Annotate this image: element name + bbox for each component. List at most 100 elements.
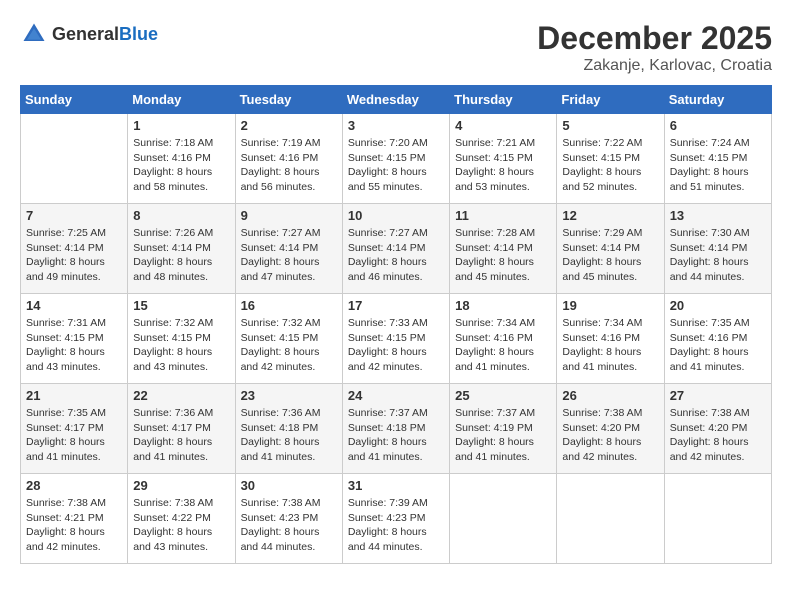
cell-info: Sunrise: 7:38 AMSunset: 4:23 PMDaylight:…	[241, 496, 337, 555]
cell-info: Sunrise: 7:38 AMSunset: 4:20 PMDaylight:…	[562, 406, 658, 465]
calendar-cell: 7Sunrise: 7:25 AMSunset: 4:14 PMDaylight…	[21, 204, 128, 294]
day-number: 23	[241, 388, 337, 403]
calendar-header-row: SundayMondayTuesdayWednesdayThursdayFrid…	[21, 86, 772, 114]
day-number: 9	[241, 208, 337, 223]
cell-info: Sunrise: 7:22 AMSunset: 4:15 PMDaylight:…	[562, 136, 658, 195]
day-number: 14	[26, 298, 122, 313]
calendar-header-thursday: Thursday	[450, 86, 557, 114]
calendar-cell: 17 Sunrise: 7:33 AMSunset: 4:15 PMDayligh…	[342, 294, 449, 384]
day-number: 16	[241, 298, 337, 313]
cell-info: Sunrise: 7:37 AMSunset: 4:18 PMDaylight:…	[348, 406, 444, 465]
logo-text-blue: Blue	[119, 24, 158, 44]
day-number: 18	[455, 298, 551, 313]
calendar-cell: 28 Sunrise: 7:38 AMSunset: 4:21 PMDayligh…	[21, 474, 128, 564]
day-number: 26	[562, 388, 658, 403]
day-number: 22	[133, 388, 229, 403]
cell-info: Sunrise: 7:21 AMSunset: 4:15 PMDaylight:…	[455, 136, 551, 195]
day-number: 30	[241, 478, 337, 493]
cell-info: Sunrise: 7:36 AMSunset: 4:17 PMDaylight:…	[133, 406, 229, 465]
calendar-cell: 27Sunrise: 7:38 AMSunset: 4:20 PMDayligh…	[664, 384, 771, 474]
calendar-header-sunday: Sunday	[21, 86, 128, 114]
cell-info: Sunrise: 7:32 AMSunset: 4:15 PMDaylight:…	[241, 316, 337, 375]
cell-info: Sunrise: 7:19 AMSunset: 4:16 PMDaylight:…	[241, 136, 337, 195]
calendar-cell: 26 Sunrise: 7:38 AMSunset: 4:20 PMDayligh…	[557, 384, 664, 474]
calendar-cell: 22 Sunrise: 7:36 AMSunset: 4:17 PMDayligh…	[128, 384, 235, 474]
calendar-cell: 13 Sunrise: 7:30 AMSunset: 4:14 PMDayligh…	[664, 204, 771, 294]
page-header: GeneralBlue December 2025 Zakanje, Karlo…	[20, 20, 772, 75]
day-number: 28	[26, 478, 122, 493]
day-number: 2	[241, 118, 337, 133]
day-number: 20	[670, 298, 766, 313]
calendar-cell: 16 Sunrise: 7:32 AMSunset: 4:15 PMDayligh…	[235, 294, 342, 384]
cell-info: Sunrise: 7:32 AMSunset: 4:15 PMDaylight:…	[133, 316, 229, 375]
calendar-cell: 10 Sunrise: 7:27 AMSunset: 4:14 PMDayligh…	[342, 204, 449, 294]
day-number: 17	[348, 298, 444, 313]
calendar-cell	[450, 474, 557, 564]
calendar-header-tuesday: Tuesday	[235, 86, 342, 114]
cell-info: Sunrise: 7:27 AMSunset: 4:14 PMDaylight:…	[241, 226, 337, 285]
calendar-table: SundayMondayTuesdayWednesdayThursdayFrid…	[20, 85, 772, 564]
calendar-cell: 19 Sunrise: 7:34 AMSunset: 4:16 PMDayligh…	[557, 294, 664, 384]
calendar-cell	[557, 474, 664, 564]
calendar-cell: 11Sunrise: 7:28 AMSunset: 4:14 PMDayligh…	[450, 204, 557, 294]
cell-info: Sunrise: 7:27 AMSunset: 4:14 PMDaylight:…	[348, 226, 444, 285]
day-number: 21	[26, 388, 122, 403]
calendar-cell: 14Sunrise: 7:31 AMSunset: 4:15 PMDayligh…	[21, 294, 128, 384]
calendar-week-row: 21 Sunrise: 7:35 AMSunset: 4:17 PMDayligh…	[21, 384, 772, 474]
day-number: 3	[348, 118, 444, 133]
day-number: 5	[562, 118, 658, 133]
calendar-cell: 18Sunrise: 7:34 AMSunset: 4:16 PMDayligh…	[450, 294, 557, 384]
cell-info: Sunrise: 7:33 AMSunset: 4:15 PMDaylight:…	[348, 316, 444, 375]
day-number: 10	[348, 208, 444, 223]
calendar-week-row: 7Sunrise: 7:25 AMSunset: 4:14 PMDaylight…	[21, 204, 772, 294]
calendar-cell: 2 Sunrise: 7:19 AMSunset: 4:16 PMDaylight…	[235, 114, 342, 204]
day-number: 1	[133, 118, 229, 133]
day-number: 27	[670, 388, 766, 403]
cell-info: Sunrise: 7:38 AMSunset: 4:21 PMDaylight:…	[26, 496, 122, 555]
cell-info: Sunrise: 7:34 AMSunset: 4:16 PMDaylight:…	[562, 316, 658, 375]
calendar-cell: 15 Sunrise: 7:32 AMSunset: 4:15 PMDayligh…	[128, 294, 235, 384]
calendar-cell: 25Sunrise: 7:37 AMSunset: 4:19 PMDayligh…	[450, 384, 557, 474]
calendar-cell: 9 Sunrise: 7:27 AMSunset: 4:14 PMDaylight…	[235, 204, 342, 294]
calendar-cell: 12 Sunrise: 7:29 AMSunset: 4:14 PMDayligh…	[557, 204, 664, 294]
calendar-cell: 4 Sunrise: 7:21 AMSunset: 4:15 PMDaylight…	[450, 114, 557, 204]
calendar-cell: 21 Sunrise: 7:35 AMSunset: 4:17 PMDayligh…	[21, 384, 128, 474]
day-number: 6	[670, 118, 766, 133]
day-number: 13	[670, 208, 766, 223]
calendar-cell: 31 Sunrise: 7:39 AMSunset: 4:23 PMDayligh…	[342, 474, 449, 564]
calendar-cell: 3 Sunrise: 7:20 AMSunset: 4:15 PMDaylight…	[342, 114, 449, 204]
calendar-cell: 30 Sunrise: 7:38 AMSunset: 4:23 PMDayligh…	[235, 474, 342, 564]
calendar-body: 1 Sunrise: 7:18 AMSunset: 4:16 PMDaylight…	[21, 114, 772, 564]
cell-info: Sunrise: 7:35 AMSunset: 4:16 PMDaylight:…	[670, 316, 766, 375]
cell-info: Sunrise: 7:28 AMSunset: 4:14 PMDaylight:…	[455, 226, 551, 285]
cell-info: Sunrise: 7:26 AMSunset: 4:14 PMDaylight:…	[133, 226, 229, 285]
calendar-header-monday: Monday	[128, 86, 235, 114]
calendar-header-friday: Friday	[557, 86, 664, 114]
calendar-cell	[664, 474, 771, 564]
cell-info: Sunrise: 7:18 AMSunset: 4:16 PMDaylight:…	[133, 136, 229, 195]
day-number: 31	[348, 478, 444, 493]
day-number: 25	[455, 388, 551, 403]
cell-info: Sunrise: 7:29 AMSunset: 4:14 PMDaylight:…	[562, 226, 658, 285]
calendar-cell: 5 Sunrise: 7:22 AMSunset: 4:15 PMDaylight…	[557, 114, 664, 204]
calendar-cell: 20 Sunrise: 7:35 AMSunset: 4:16 PMDayligh…	[664, 294, 771, 384]
logo: GeneralBlue	[20, 20, 158, 48]
calendar-week-row: 1 Sunrise: 7:18 AMSunset: 4:16 PMDaylight…	[21, 114, 772, 204]
day-number: 12	[562, 208, 658, 223]
day-number: 19	[562, 298, 658, 313]
month-year-title: December 2025	[537, 20, 772, 57]
cell-info: Sunrise: 7:20 AMSunset: 4:15 PMDaylight:…	[348, 136, 444, 195]
cell-info: Sunrise: 7:30 AMSunset: 4:14 PMDaylight:…	[670, 226, 766, 285]
calendar-cell: 24 Sunrise: 7:37 AMSunset: 4:18 PMDayligh…	[342, 384, 449, 474]
calendar-cell: 8Sunrise: 7:26 AMSunset: 4:14 PMDaylight…	[128, 204, 235, 294]
title-block: December 2025 Zakanje, Karlovac, Croatia	[537, 20, 772, 75]
calendar-cell	[21, 114, 128, 204]
logo-icon	[20, 20, 48, 48]
cell-info: Sunrise: 7:35 AMSunset: 4:17 PMDaylight:…	[26, 406, 122, 465]
day-number: 4	[455, 118, 551, 133]
calendar-week-row: 28 Sunrise: 7:38 AMSunset: 4:21 PMDayligh…	[21, 474, 772, 564]
day-number: 24	[348, 388, 444, 403]
day-number: 15	[133, 298, 229, 313]
calendar-cell: 29Sunrise: 7:38 AMSunset: 4:22 PMDayligh…	[128, 474, 235, 564]
cell-info: Sunrise: 7:39 AMSunset: 4:23 PMDaylight:…	[348, 496, 444, 555]
